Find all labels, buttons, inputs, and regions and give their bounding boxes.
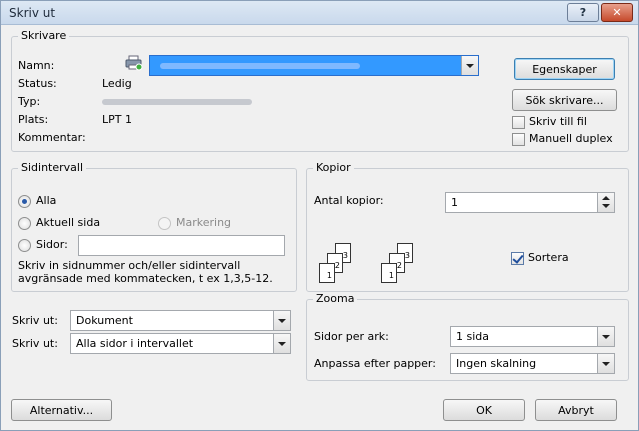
close-button[interactable]: ✕ xyxy=(601,3,633,22)
pages-radio[interactable] xyxy=(18,239,31,252)
zoom-group-label: Zooma xyxy=(313,292,358,305)
find-printer-button[interactable]: Sök skrivare... xyxy=(512,89,617,111)
page-range-help-line2: avgränsade med kommatecken, t ex 1,3,5-1… xyxy=(18,272,273,285)
copies-count-value: 1 xyxy=(451,196,458,209)
scale-label: Anpassa efter papper: xyxy=(314,357,436,370)
pages-per-sheet-value: 1 sida xyxy=(456,330,490,343)
collate-page-1a: 1 xyxy=(319,263,335,283)
printer-location-value: LPT 1 xyxy=(102,113,132,126)
current-page-radio[interactable] xyxy=(18,217,31,230)
print-what-dropdown-arrow[interactable] xyxy=(273,311,290,330)
all-pages-label[interactable]: Alla xyxy=(36,194,56,207)
print-what-select[interactable]: Dokument xyxy=(70,310,291,331)
chevron-down-icon xyxy=(466,63,474,68)
manual-duplex-checkbox[interactable] xyxy=(512,133,525,146)
collate-checkbox[interactable] xyxy=(511,252,524,265)
ok-button[interactable]: OK xyxy=(443,399,525,421)
spin-down-icon[interactable] xyxy=(602,204,610,208)
scale-dropdown-arrow[interactable] xyxy=(597,354,614,373)
print-to-file-checkbox[interactable] xyxy=(512,116,525,129)
chevron-down-icon xyxy=(278,318,286,323)
help-button[interactable]: ? xyxy=(567,3,599,22)
pages-per-sheet-label: Sidor per ark: xyxy=(314,330,389,343)
printer-status-label: Status: xyxy=(18,77,57,90)
pages-input[interactable] xyxy=(78,235,285,256)
print-to-file-label[interactable]: Skriv till fil xyxy=(529,115,587,128)
scale-value: Ingen skalning xyxy=(456,357,537,370)
selection-radio[interactable] xyxy=(158,217,171,230)
print-dialog: Skriv ut ? ✕ Skrivare Namn: Status: Ledi… xyxy=(0,0,639,431)
pages-label[interactable]: Sidor: xyxy=(36,238,68,251)
pages-per-sheet-dropdown-arrow[interactable] xyxy=(597,327,614,346)
printer-location-label: Plats: xyxy=(18,113,49,126)
options-button[interactable]: Alternativ... xyxy=(11,399,112,421)
copies-count-label: Antal kopior: xyxy=(314,194,384,207)
print-dropdown-arrow[interactable] xyxy=(273,334,290,353)
print-what-label: Skriv ut: xyxy=(12,314,58,327)
printer-type-value xyxy=(102,99,252,105)
print-what-value: Dokument xyxy=(76,314,133,327)
printer-type-label: Typ: xyxy=(18,95,41,108)
print-select[interactable]: Alla sidor i intervallet xyxy=(70,333,291,354)
copies-spinner[interactable] xyxy=(597,193,614,212)
print-label: Skriv ut: xyxy=(12,337,58,350)
collate-label[interactable]: Sortera xyxy=(528,251,569,264)
current-page-label[interactable]: Aktuell sida xyxy=(36,216,100,229)
print-value: Alla sidor i intervallet xyxy=(76,337,194,350)
chevron-down-icon xyxy=(278,341,286,346)
pages-per-sheet-select[interactable]: 1 sida xyxy=(450,326,615,347)
printer-group-label: Skrivare xyxy=(18,29,70,42)
copies-group-label: Kopior xyxy=(313,161,354,174)
printer-status-value: Ledig xyxy=(102,77,132,90)
chevron-down-icon xyxy=(602,334,610,339)
printer-name-label: Namn: xyxy=(18,59,55,72)
copies-count-input[interactable]: 1 xyxy=(445,192,615,213)
properties-button[interactable]: Egenskaper xyxy=(514,58,615,80)
printer-name-dropdown-arrow[interactable] xyxy=(461,56,478,75)
copies-group: Kopior xyxy=(306,161,629,292)
page-range-group-label: Sidintervall xyxy=(18,161,87,174)
collate-page-1b: 1 xyxy=(381,263,397,283)
scale-select[interactable]: Ingen skalning xyxy=(450,353,615,374)
window-title: Skriv ut xyxy=(9,6,56,20)
selection-label[interactable]: Markering xyxy=(176,216,231,229)
page-range-help-line1: Skriv in sidnummer och/eller sidinterval… xyxy=(18,259,241,272)
printer-icon xyxy=(125,55,143,71)
printer-name-select[interactable] xyxy=(149,55,479,76)
chevron-down-icon xyxy=(602,361,610,366)
manual-duplex-label[interactable]: Manuell duplex xyxy=(529,132,613,145)
spin-up-icon[interactable] xyxy=(602,196,610,200)
printer-comment-label: Kommentar: xyxy=(18,131,86,144)
title-bar: Skriv ut ? ✕ xyxy=(1,1,638,25)
cancel-button[interactable]: Avbryt xyxy=(535,399,617,421)
all-pages-radio[interactable] xyxy=(18,195,31,208)
